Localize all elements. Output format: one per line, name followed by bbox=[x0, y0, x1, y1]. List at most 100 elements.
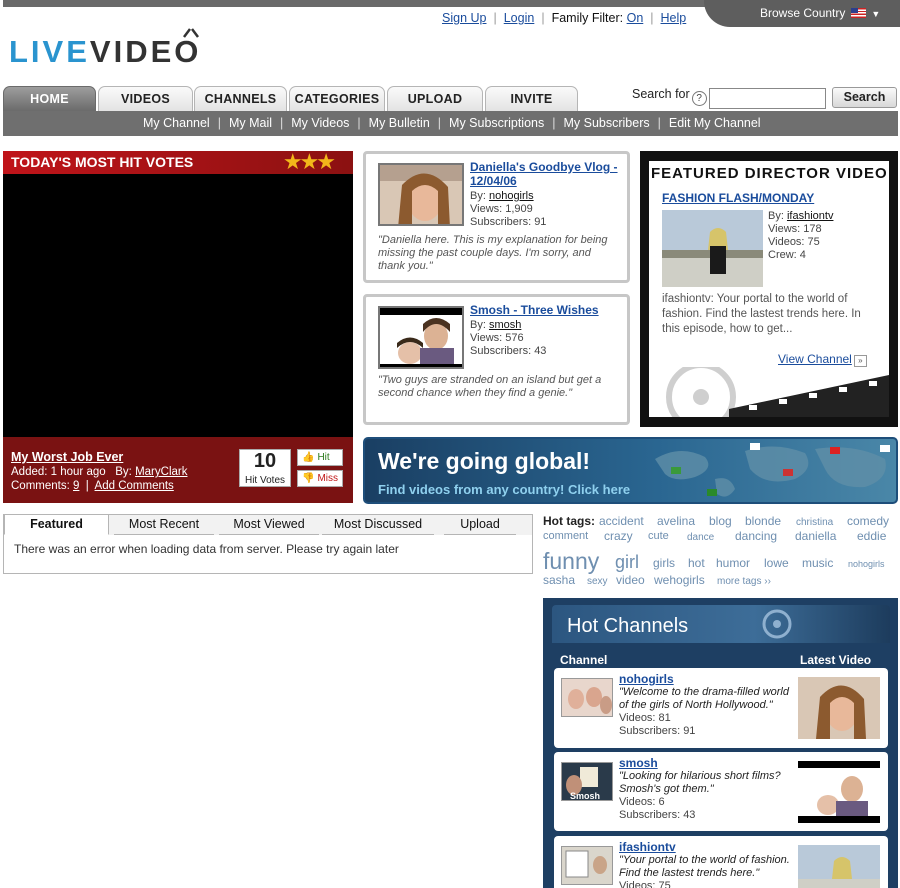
video-title-link[interactable]: Daniella's Goodbye Vlog - 12/04/06 bbox=[470, 160, 620, 188]
more-tags-link[interactable]: more tags ›› bbox=[717, 574, 771, 589]
comments-count-link[interactable]: 9 bbox=[73, 480, 79, 492]
tab-upload[interactable]: Upload bbox=[444, 515, 516, 535]
tag-link[interactable]: wehogirls bbox=[654, 573, 705, 588]
subnav-my-subscribers[interactable]: My Subscribers bbox=[563, 116, 649, 130]
tab-upload[interactable]: UPLOAD bbox=[387, 86, 483, 111]
thumbs-down-icon: 👎 bbox=[302, 473, 315, 484]
tag-link[interactable]: christina bbox=[796, 515, 833, 530]
channel-name-link[interactable]: ifashiontv bbox=[619, 841, 795, 854]
tab-most-viewed[interactable]: Most Viewed bbox=[219, 515, 319, 535]
global-headline: We're going global! bbox=[378, 448, 591, 474]
signup-link[interactable]: Sign Up bbox=[442, 11, 486, 25]
tag-link[interactable]: hot bbox=[688, 556, 705, 571]
logo-part-live: LIVE bbox=[9, 34, 90, 69]
family-filter-toggle[interactable]: On bbox=[627, 11, 644, 25]
tag-link[interactable]: humor bbox=[716, 556, 750, 571]
hit-votes-counter: 10 Hit Votes bbox=[239, 449, 291, 487]
tag-link[interactable]: girl bbox=[615, 552, 639, 572]
tag-link[interactable]: daniella bbox=[795, 529, 836, 544]
separator: | bbox=[541, 11, 545, 25]
hit-video-title-link[interactable]: My Worst Job Ever bbox=[11, 450, 187, 464]
tag-link[interactable]: lowe bbox=[764, 556, 789, 571]
tab-most-discussed[interactable]: Most Discussed bbox=[322, 515, 434, 535]
add-comments-link[interactable]: Add Comments bbox=[95, 480, 174, 492]
going-global-banner[interactable]: We're going global! Find videos from any… bbox=[363, 437, 898, 504]
separator: | bbox=[493, 11, 497, 25]
tag-link[interactable]: cute bbox=[648, 529, 669, 544]
tab-videos[interactable]: VIDEOS bbox=[98, 86, 193, 111]
double-chevron-right-icon: » bbox=[853, 355, 867, 367]
tab-channels[interactable]: CHANNELS bbox=[194, 86, 287, 111]
video-player[interactable] bbox=[3, 174, 353, 437]
tab-home[interactable]: HOME bbox=[3, 86, 96, 111]
by-label: By: bbox=[115, 466, 132, 478]
help-link[interactable]: Help bbox=[661, 11, 687, 25]
tag-link[interactable]: funny bbox=[543, 549, 599, 573]
tag-link[interactable]: accident bbox=[599, 514, 644, 529]
subnav-my-channel[interactable]: My Channel bbox=[143, 116, 210, 130]
latest-video-thumbnail[interactable] bbox=[798, 845, 880, 888]
video-card: Smosh - Three Wishes By: smosh Views: 57… bbox=[363, 294, 630, 425]
channel-thumbnail[interactable] bbox=[561, 678, 613, 717]
tag-link[interactable]: dance bbox=[687, 530, 714, 545]
subscribers-count: Subscribers: 91 bbox=[470, 216, 547, 228]
tag-link[interactable]: eddie bbox=[857, 529, 886, 544]
tag-link[interactable]: girls bbox=[653, 556, 675, 571]
subnav-my-bulletin[interactable]: My Bulletin bbox=[369, 116, 430, 130]
channel-videos-count: Videos: 75 bbox=[619, 880, 671, 888]
video-description: "Two guys are stranded on an island but … bbox=[378, 374, 602, 399]
video-title-link[interactable]: Smosh - Three Wishes bbox=[470, 303, 620, 317]
tag-link[interactable]: crazy bbox=[604, 529, 633, 544]
uploader-link[interactable]: nohogirls bbox=[489, 190, 534, 202]
hit-button[interactable]: 👍 Hit bbox=[297, 449, 343, 466]
tag-link[interactable]: comedy bbox=[847, 514, 889, 529]
search-button[interactable]: Search bbox=[832, 87, 897, 108]
subnav-my-videos[interactable]: My Videos bbox=[291, 116, 349, 130]
hot-channels-banner: Hot Channels bbox=[552, 605, 890, 643]
subnav-my-mail[interactable]: My Mail bbox=[229, 116, 272, 130]
login-link[interactable]: Login bbox=[504, 11, 535, 25]
browse-country-selector[interactable]: Browse Country ▼ bbox=[704, 0, 900, 27]
uploader-link[interactable]: MaryClark bbox=[135, 466, 187, 478]
tag-link[interactable]: music bbox=[802, 556, 833, 571]
tag-link[interactable]: sasha bbox=[543, 573, 575, 588]
tag-link[interactable]: blog bbox=[709, 514, 732, 529]
view-channel-link[interactable]: View Channel» bbox=[778, 352, 867, 367]
tag-link[interactable]: dancing bbox=[735, 529, 777, 544]
tag-link[interactable]: video bbox=[616, 573, 645, 588]
tag-link[interactable]: avelina bbox=[657, 514, 695, 529]
featured-uploader-link[interactable]: ifashiontv bbox=[787, 210, 833, 222]
channel-videos-count: Videos: 81 bbox=[619, 712, 671, 724]
livevideo-logo[interactable]: LIVEVIDEO bbox=[9, 28, 201, 69]
tag-link[interactable]: blonde bbox=[745, 514, 781, 529]
featured-crew: Crew: 4 bbox=[768, 249, 806, 261]
tag-link[interactable]: sexy bbox=[587, 574, 608, 589]
video-thumbnail[interactable] bbox=[378, 163, 464, 226]
tab-invite[interactable]: INVITE bbox=[485, 86, 578, 111]
channel-thumbnail[interactable]: Smosh bbox=[561, 762, 613, 801]
channel-thumbnail[interactable] bbox=[561, 846, 613, 885]
added-value: 1 hour ago bbox=[50, 466, 106, 478]
latest-video-thumbnail[interactable] bbox=[798, 677, 880, 739]
search-input[interactable] bbox=[709, 88, 826, 109]
tab-categories[interactable]: CATEGORIES bbox=[289, 86, 385, 111]
featured-views: Views: 178 bbox=[768, 223, 822, 235]
subnav-my-subscriptions[interactable]: My Subscriptions bbox=[449, 116, 544, 130]
featured-video-title-link[interactable]: FASHION FLASH/MONDAY bbox=[662, 191, 814, 205]
tag-link[interactable]: nohogirls bbox=[848, 557, 885, 572]
help-question-icon[interactable]: ? bbox=[691, 91, 707, 106]
channel-name-link[interactable]: nohogirls bbox=[619, 673, 795, 686]
channel-name-link[interactable]: smosh bbox=[619, 757, 795, 770]
miss-button[interactable]: 👎 Miss bbox=[297, 470, 343, 487]
tag-link[interactable]: comment bbox=[543, 529, 588, 544]
uploader-link[interactable]: smosh bbox=[489, 319, 521, 331]
tab-most-recent[interactable]: Most Recent bbox=[114, 515, 214, 535]
subnav-edit-my-channel[interactable]: Edit My Channel bbox=[669, 116, 761, 130]
latest-video-thumbnail[interactable] bbox=[798, 761, 880, 823]
video-thumbnail[interactable] bbox=[378, 306, 464, 369]
video-list-panel: Featured Most Recent Most Viewed Most Di… bbox=[3, 514, 533, 574]
hit-label: Hit bbox=[317, 452, 330, 463]
featured-video-thumbnail[interactable] bbox=[662, 210, 763, 287]
views-count: Views: 1,909 bbox=[470, 203, 533, 215]
tab-featured[interactable]: Featured bbox=[4, 515, 109, 535]
